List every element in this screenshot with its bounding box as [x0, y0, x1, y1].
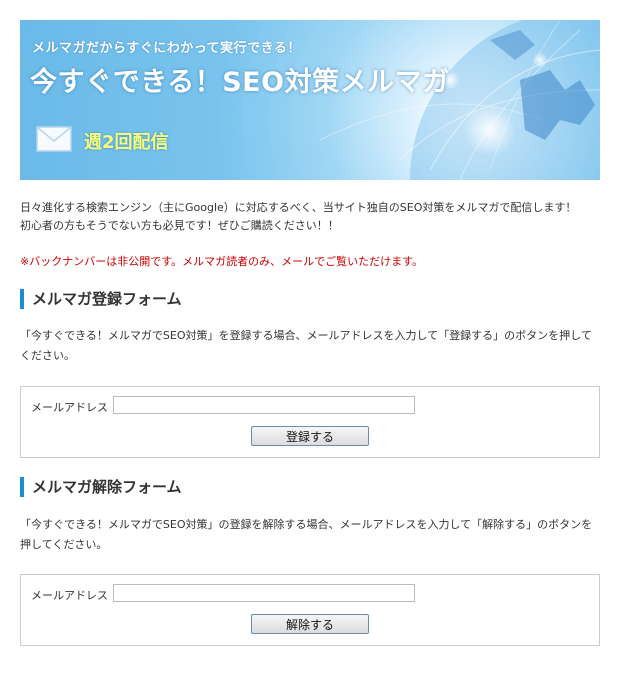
unregister-email-input[interactable]	[113, 584, 415, 602]
intro-line: 日々進化する検索エンジン（主にGoogle）に対応するべく、当サイト独自のSEO…	[20, 201, 577, 214]
email-label: メールアドレス	[31, 589, 108, 602]
banner-subtitle: メルマガだからすぐにわかって実行できる！	[32, 41, 301, 56]
register-button[interactable]: 登録する	[251, 426, 369, 446]
intro-text: 日々進化する検索エンジン（主にGoogle）に対応するべく、当サイト独自のSEO…	[20, 199, 600, 235]
register-description: 「今すぐできる！メルマガでSEO対策」を登録する場合、メールアドレスを入力して「…	[20, 329, 592, 362]
unregister-description: 「今すぐできる！メルマガでSEO対策」の登録を解除する場合、メールアドレスを入力…	[20, 518, 593, 551]
unregister-form-heading: メルマガ解除フォーム	[20, 477, 600, 497]
unregister-form: メールアドレス 解除する	[20, 574, 600, 646]
banner-title: 今すぐできる！SEO対策メルマガ	[30, 67, 450, 98]
intro-line: 初心者の方もそうでない方も必見です！ぜひご購読ください！！	[20, 219, 339, 232]
envelope-icon	[36, 126, 72, 152]
register-form: メールアドレス 登録する	[20, 386, 600, 458]
header-banner: メルマガだからすぐにわかって実行できる！ 今すぐできる！SEO対策メルマガ 週2…	[20, 20, 600, 180]
unregister-button[interactable]: 解除する	[251, 614, 369, 634]
register-email-input[interactable]	[113, 396, 415, 414]
backnumber-notice: ※バックナンバーは非公開です。メルマガ読者のみ、メールでご覧いただけます。	[20, 255, 424, 268]
register-form-heading: メルマガ登録フォーム	[20, 289, 600, 309]
email-label: メールアドレス	[31, 401, 108, 414]
delivery-frequency: 週2回配信	[84, 132, 169, 153]
